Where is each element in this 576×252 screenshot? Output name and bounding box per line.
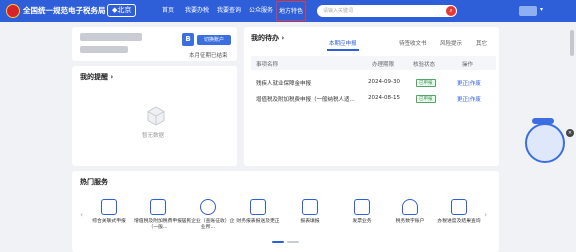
tab-other[interactable]: 其它 (476, 39, 487, 47)
service-item[interactable]: 办税进度及结果查询 (432, 199, 486, 225)
search-box[interactable]: 请输入关键词 ⌕ (317, 5, 457, 17)
service-item[interactable]: 报表填报 (283, 199, 337, 225)
tax-id-redacted (80, 46, 128, 53)
nav-query[interactable]: 我要查询 (217, 0, 241, 22)
todo-row-name[interactable]: 残疾人就业保障金申报 (256, 79, 311, 87)
reminders-title[interactable]: 我的提醒 › (80, 72, 113, 82)
service-label: 综合关联式申报 (92, 219, 126, 224)
status-badge: 已申报 (416, 79, 436, 87)
nav-do-tax[interactable]: 我要办税 (185, 0, 209, 22)
tab-current-declaration[interactable]: 本期应申报 (329, 39, 357, 47)
carousel-dot[interactable] (287, 241, 299, 243)
service-label: 居民企业（查账征收）企业所... (181, 219, 235, 230)
user-123-icon (402, 199, 418, 215)
service-label: 财务报表报送及更正 (236, 219, 280, 224)
service-label: 报表填报 (300, 219, 320, 224)
hot-services-title: 热门服务 (80, 178, 108, 186)
taxpayer-grade-badge: B (182, 33, 194, 46)
tax-period-note: 本月征期已结束 (189, 53, 228, 59)
column-header-action: 操作 (462, 62, 474, 68)
invoice-icon (354, 199, 370, 215)
column-header-status: 核验状态 (413, 62, 436, 68)
todo-row-deadline: 2024-09-30 (368, 79, 400, 85)
chevron-down-icon[interactable]: ▾ (540, 6, 543, 13)
report-icon (250, 199, 266, 215)
column-header-item: 事项名称 (256, 62, 279, 68)
service-item[interactable]: 居民企业（查账征收）企业所... (181, 199, 235, 231)
correct-void-link[interactable]: 更正|作废 (457, 95, 481, 103)
correct-void-link[interactable]: 更正|作废 (457, 79, 481, 87)
close-icon[interactable]: × (566, 129, 574, 137)
service-item[interactable]: 发票业务 (335, 199, 389, 225)
active-tab-indicator (327, 49, 359, 51)
column-header-deadline: 办理期限 (372, 62, 395, 68)
switch-account-button[interactable]: 切换账户 (197, 35, 231, 45)
nav-home[interactable]: 首页 (162, 0, 174, 22)
top-navigation-bar: 全国统一规范电子税务局 ◆北京 首页 我要办税 我要查询 公众服务 地方特色 请… (0, 0, 576, 22)
service-label: 增值税及附加税费申报（一般... (134, 219, 182, 230)
service-item[interactable]: 综合关联式申报 (82, 199, 136, 225)
empty-data-text: 暂无数据 (142, 133, 165, 139)
empty-box-icon (147, 106, 165, 126)
search-input[interactable]: 请输入关键词 (323, 7, 353, 14)
assistant-avatar[interactable] (525, 123, 565, 163)
site-title[interactable]: 全国统一规范电子税务局 (23, 5, 106, 16)
doc-edit-icon (302, 199, 318, 215)
status-badge: 已申报 (416, 95, 436, 103)
tab-documents-to-sign[interactable]: 待签收文书 (399, 39, 427, 47)
region-selector[interactable]: ◆北京 (107, 4, 137, 17)
service-label: 发票业务 (352, 219, 372, 224)
service-item[interactable]: 增值税及附加税费申报（一般... (131, 199, 185, 231)
carousel-dot-active[interactable] (272, 241, 284, 243)
tab-risk-alerts[interactable]: 风险提示 (440, 39, 462, 47)
nav-local-features[interactable]: 地方特色 (276, 1, 307, 21)
form-icon (101, 199, 117, 215)
tax-emblem-logo (6, 4, 20, 18)
scrollbar[interactable] (570, 30, 574, 56)
service-item[interactable]: 财务报表报送及更正 (231, 199, 285, 225)
search-icon[interactable]: ⌕ (446, 6, 456, 16)
service-label: 税务数字账户 (395, 219, 425, 224)
todo-row-name[interactable]: 增值税及附加税费申报（一般纳税人适... (256, 95, 355, 103)
building-icon (200, 199, 216, 215)
search-doc-icon (451, 199, 467, 215)
document-icon (150, 199, 166, 215)
service-item[interactable]: 税务数字账户 (383, 199, 437, 225)
nav-public-service[interactable]: 公众服务 (249, 0, 273, 22)
todo-title[interactable]: 我的待办 › (251, 33, 284, 43)
company-name-redacted (80, 33, 142, 41)
service-label: 办税进度及结果查询 (437, 219, 481, 224)
todo-row-deadline: 2024-08-15 (368, 95, 400, 101)
user-account-menu[interactable] (519, 6, 537, 16)
